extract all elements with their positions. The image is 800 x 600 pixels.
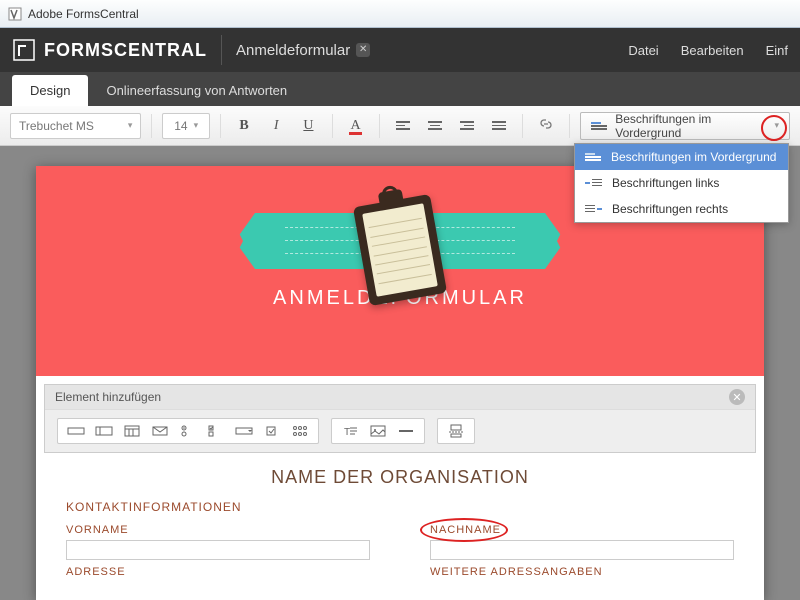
field-row: VORNAME NACHNAME	[66, 524, 734, 560]
section-heading[interactable]: KONTAKTINFORMATIONEN	[66, 500, 734, 514]
checkbox-list-icon[interactable]	[206, 423, 226, 439]
menu-edit[interactable]: Bearbeiten	[681, 43, 744, 58]
tab-design[interactable]: Design	[12, 75, 88, 106]
field-label-firstname[interactable]: VORNAME	[66, 524, 370, 536]
divider	[332, 114, 333, 138]
brand-name: FORMSCENTRAL	[44, 40, 207, 61]
text-input-icon[interactable]	[94, 423, 114, 439]
align-left-icon	[396, 121, 410, 130]
option-label: Beschriftungen links	[612, 176, 719, 190]
element-toolbar-items: T	[45, 410, 755, 452]
element-toolbar: Element hinzufügen ✕ T	[44, 384, 756, 453]
element-toolbar-title: Element hinzufügen	[55, 390, 161, 404]
dropdown-option-left[interactable]: Beschriftungen links	[575, 170, 788, 196]
label-left-icon	[585, 179, 602, 187]
label-right-icon	[585, 205, 602, 213]
organization-title[interactable]: NAME DER ORGANISATION	[66, 467, 734, 488]
font-family-select[interactable]: Trebuchet MS ▾	[10, 113, 141, 139]
font-size-select[interactable]: 14 ▾	[162, 113, 210, 139]
link-icon	[538, 116, 554, 135]
document-title: Anmeldeformular	[236, 42, 350, 59]
tab-responses[interactable]: Onlineerfassung von Antworten	[88, 75, 305, 106]
label-position-value: Beschriftungen im Vordergrund	[615, 112, 766, 140]
field-row: ADRESSE WEITERE ADRESSANGABEN	[66, 566, 734, 582]
bold-button[interactable]: B	[231, 113, 257, 139]
radio-icon[interactable]	[178, 423, 198, 439]
input-lastname[interactable]	[430, 540, 734, 560]
window-titlebar: Adobe FormsCentral	[0, 0, 800, 28]
rating-icon[interactable]	[290, 423, 310, 439]
field-firstname: VORNAME	[66, 524, 370, 560]
label-top-icon	[585, 153, 601, 161]
align-justify-icon	[492, 121, 506, 130]
form-page[interactable]: ANMELDEFORMULAR Element hinzufügen ✕	[36, 166, 764, 600]
main-menu: Datei Bearbeiten Einf	[628, 43, 788, 58]
align-left-button[interactable]	[390, 113, 416, 139]
text-color-button[interactable]: A	[342, 113, 368, 139]
dropdown-icon[interactable]	[234, 423, 254, 439]
clipboard-graphic	[353, 194, 447, 306]
dropdown-option-foreground[interactable]: Beschriftungen im Vordergrund	[575, 144, 788, 170]
text-block-icon[interactable]: T	[340, 423, 360, 439]
field-address2: WEITERE ADRESSANGABEN	[430, 566, 734, 582]
field-label-address[interactable]: ADRESSE	[66, 566, 370, 578]
chevron-down-icon: ▾	[128, 120, 133, 131]
chevron-down-icon: ▾	[194, 120, 199, 131]
view-tabs: Design Onlineerfassung von Antworten	[0, 72, 800, 106]
divider	[151, 114, 152, 138]
label-position-dropdown: Beschriftungen im Vordergrund Beschriftu…	[574, 143, 789, 223]
dropdown-option-right[interactable]: Beschriftungen rechts	[575, 196, 788, 222]
field-address: ADRESSE	[66, 566, 370, 582]
link-button[interactable]	[533, 113, 559, 139]
divider	[522, 114, 523, 138]
element-toolbar-header: Element hinzufügen ✕	[45, 385, 755, 410]
field-label-lastname[interactable]: NACHNAME	[430, 524, 734, 536]
field-lastname: NACHNAME	[430, 524, 734, 560]
close-document-button[interactable]: ✕	[356, 43, 370, 57]
underline-button[interactable]: U	[295, 113, 321, 139]
page-break-icon[interactable]	[446, 423, 466, 439]
align-right-button[interactable]	[454, 113, 480, 139]
option-label: Beschriftungen rechts	[612, 202, 728, 216]
option-label: Beschriftungen im Vordergrund	[611, 150, 776, 164]
font-size-value: 14	[174, 119, 187, 133]
align-right-icon	[460, 121, 474, 130]
divider	[221, 35, 222, 65]
field-label-address2[interactable]: WEITERE ADRESSANGABEN	[430, 566, 734, 578]
formatting-toolbar: Trebuchet MS ▾ 14 ▾ B I U A Beschriftung…	[0, 106, 800, 146]
close-element-toolbar-button[interactable]: ✕	[729, 389, 745, 405]
align-center-icon	[428, 121, 442, 130]
divider	[379, 114, 380, 138]
date-field-icon[interactable]	[122, 423, 142, 439]
app-header: FORMSCENTRAL Anmeldeformular ✕ Datei Bea…	[0, 28, 800, 72]
chevron-down-icon: ▾	[774, 120, 779, 131]
checkbox-icon[interactable]	[262, 423, 282, 439]
window-title: Adobe FormsCentral	[28, 7, 139, 21]
email-field-icon[interactable]	[150, 423, 170, 439]
align-justify-button[interactable]	[486, 113, 512, 139]
brand-icon	[12, 38, 36, 62]
text-field-icon[interactable]	[66, 423, 86, 439]
svg-text:T: T	[344, 427, 350, 438]
image-icon[interactable]	[368, 423, 388, 439]
menu-insert[interactable]: Einf	[766, 43, 788, 58]
menu-file[interactable]: Datei	[628, 43, 658, 58]
divider	[569, 114, 570, 138]
divider	[220, 114, 221, 138]
divider-icon[interactable]	[396, 423, 416, 439]
font-family-value: Trebuchet MS	[19, 119, 94, 133]
form-body: NAME DER ORGANISATION KONTAKTINFORMATION…	[36, 453, 764, 600]
label-position-icon	[591, 122, 607, 130]
italic-button[interactable]: I	[263, 113, 289, 139]
input-firstname[interactable]	[66, 540, 370, 560]
app-icon	[8, 7, 22, 21]
align-center-button[interactable]	[422, 113, 448, 139]
label-position-select[interactable]: Beschriftungen im Vordergrund ▾ Beschrif…	[580, 112, 790, 140]
